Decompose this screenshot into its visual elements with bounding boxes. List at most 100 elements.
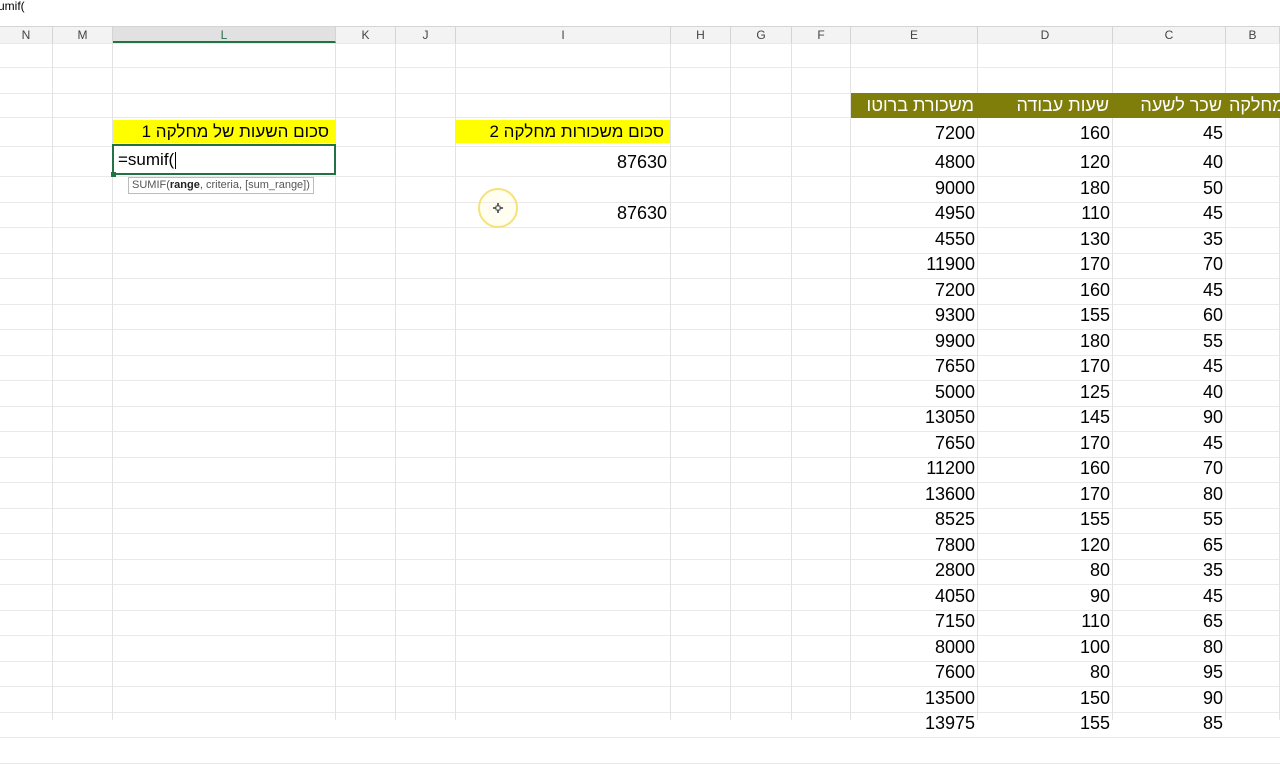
- table-cell-c[interactable]: 55: [1113, 507, 1226, 532]
- table-cell-e[interactable]: 7150: [851, 609, 978, 634]
- column-header-g[interactable]: G: [731, 27, 792, 43]
- table-header-col-b[interactable]: מחלקה: [1226, 93, 1280, 118]
- table-cell-d[interactable]: 125: [978, 380, 1113, 405]
- table-cell-d[interactable]: 150: [978, 686, 1113, 711]
- table-cell-d[interactable]: 170: [978, 431, 1113, 456]
- table-cell-d[interactable]: 155: [978, 303, 1113, 328]
- table-cell-d[interactable]: 180: [978, 176, 1113, 201]
- table-cell-c[interactable]: 40: [1113, 380, 1226, 405]
- table-cell-c[interactable]: 80: [1113, 635, 1226, 660]
- table-cell-e[interactable]: 7200: [851, 121, 978, 146]
- table-cell-c[interactable]: 35: [1113, 227, 1226, 252]
- table-cell-e[interactable]: 13050: [851, 405, 978, 430]
- table-cell-c[interactable]: 45: [1113, 278, 1226, 303]
- summary-label-dept1[interactable]: סכום השעות של מחלקה 1: [113, 120, 335, 143]
- table-cell-c[interactable]: 45: [1113, 121, 1226, 146]
- table-cell-c[interactable]: 90: [1113, 686, 1226, 711]
- table-cell-e[interactable]: 4050: [851, 584, 978, 609]
- table-cell-e[interactable]: 4800: [851, 150, 978, 175]
- table-cell-c[interactable]: 60: [1113, 303, 1226, 328]
- table-cell-c[interactable]: 35: [1113, 558, 1226, 583]
- table-header-col-c[interactable]: שכר לשעה: [1113, 93, 1226, 118]
- column-header-n[interactable]: N: [0, 27, 53, 43]
- table-cell-e[interactable]: 11200: [851, 456, 978, 481]
- table-cell-c[interactable]: 80: [1113, 482, 1226, 507]
- table-cell-e[interactable]: 11900: [851, 252, 978, 277]
- fill-handle[interactable]: [111, 172, 116, 177]
- table-cell-d[interactable]: 90: [978, 584, 1113, 609]
- column-header-l[interactable]: L: [113, 27, 336, 43]
- column-header-d[interactable]: D: [978, 27, 1113, 43]
- table-cell-e[interactable]: 8525: [851, 507, 978, 532]
- table-cell-c[interactable]: 90: [1113, 405, 1226, 430]
- formula-bar[interactable]: umif(: [0, 0, 1280, 24]
- table-cell-d[interactable]: 160: [978, 456, 1113, 481]
- table-cell-c[interactable]: 65: [1113, 533, 1226, 558]
- table-cell-c[interactable]: 70: [1113, 456, 1226, 481]
- table-cell-d[interactable]: 155: [978, 711, 1113, 736]
- summary-label-dept2[interactable]: סכום משכורות מחלקה 2: [456, 120, 670, 143]
- column-header-c[interactable]: C: [1113, 27, 1226, 43]
- column-header-e[interactable]: E: [851, 27, 978, 43]
- table-cell-d[interactable]: 145: [978, 405, 1113, 430]
- table-cell-c[interactable]: 95: [1113, 660, 1226, 685]
- table-cell-e[interactable]: 4550: [851, 227, 978, 252]
- table-cell-e[interactable]: 13975: [851, 711, 978, 736]
- table-cell-d[interactable]: 120: [978, 533, 1113, 558]
- table-cell-e[interactable]: 7800: [851, 533, 978, 558]
- column-header-row: NMLKJIHGFEDCB: [0, 26, 1280, 44]
- table-header-col-d[interactable]: שעות עבודה: [978, 93, 1113, 118]
- table-cell-d[interactable]: 180: [978, 329, 1113, 354]
- column-header-k[interactable]: K: [336, 27, 396, 43]
- table-cell-c[interactable]: 45: [1113, 201, 1226, 226]
- table-cell-e[interactable]: 7600: [851, 660, 978, 685]
- table-cell-d[interactable]: 80: [978, 660, 1113, 685]
- table-cell-e[interactable]: 5000: [851, 380, 978, 405]
- table-cell-c[interactable]: 50: [1113, 176, 1226, 201]
- table-cell-c[interactable]: 45: [1113, 584, 1226, 609]
- table-header-col-e[interactable]: משכורת ברוטו: [851, 93, 978, 118]
- table-cell-d[interactable]: 110: [978, 609, 1113, 634]
- table-cell-e[interactable]: 9300: [851, 303, 978, 328]
- grid-line: [0, 43, 1280, 44]
- table-cell-e[interactable]: 13500: [851, 686, 978, 711]
- table-cell-d[interactable]: 80: [978, 558, 1113, 583]
- column-header-j[interactable]: J: [396, 27, 456, 43]
- table-cell-c[interactable]: 65: [1113, 609, 1226, 634]
- table-cell-c[interactable]: 40: [1113, 150, 1226, 175]
- table-cell-c[interactable]: 45: [1113, 431, 1226, 456]
- table-cell-e[interactable]: 9900: [851, 329, 978, 354]
- table-cell-e[interactable]: 2800: [851, 558, 978, 583]
- column-header-b[interactable]: B: [1226, 27, 1280, 43]
- summary-result-1[interactable]: 87630: [456, 150, 670, 175]
- active-cell-editor[interactable]: =sumif(: [112, 144, 336, 175]
- column-header-m[interactable]: M: [53, 27, 113, 43]
- table-cell-d[interactable]: 130: [978, 227, 1113, 252]
- table-cell-e[interactable]: 7650: [851, 354, 978, 379]
- table-cell-d[interactable]: 160: [978, 121, 1113, 146]
- table-cell-c[interactable]: 55: [1113, 329, 1226, 354]
- column-header-h[interactable]: H: [671, 27, 731, 43]
- table-cell-c[interactable]: 85: [1113, 711, 1226, 736]
- table-cell-d[interactable]: 170: [978, 252, 1113, 277]
- table-cell-d[interactable]: 170: [978, 354, 1113, 379]
- table-cell-d[interactable]: 120: [978, 150, 1113, 175]
- column-header-i[interactable]: I: [456, 27, 671, 43]
- table-cell-d[interactable]: 110: [978, 201, 1113, 226]
- tooltip-arg-range: range: [169, 179, 200, 191]
- table-cell-e[interactable]: 9000: [851, 176, 978, 201]
- table-cell-d[interactable]: 100: [978, 635, 1113, 660]
- table-cell-d[interactable]: 170: [978, 482, 1113, 507]
- table-cell-e[interactable]: 13600: [851, 482, 978, 507]
- column-header-f[interactable]: F: [792, 27, 851, 43]
- table-cell-e[interactable]: 8000: [851, 635, 978, 660]
- table-cell-d[interactable]: 155: [978, 507, 1113, 532]
- table-cell-c[interactable]: 45: [1113, 354, 1226, 379]
- table-cell-e[interactable]: 7200: [851, 278, 978, 303]
- table-cell-e[interactable]: 7650: [851, 431, 978, 456]
- grid-line: [0, 67, 1280, 68]
- table-cell-e[interactable]: 4950: [851, 201, 978, 226]
- function-tooltip[interactable]: SUMIF(range, criteria, [sum_range]): [128, 177, 314, 194]
- table-cell-d[interactable]: 160: [978, 278, 1113, 303]
- table-cell-c[interactable]: 70: [1113, 252, 1226, 277]
